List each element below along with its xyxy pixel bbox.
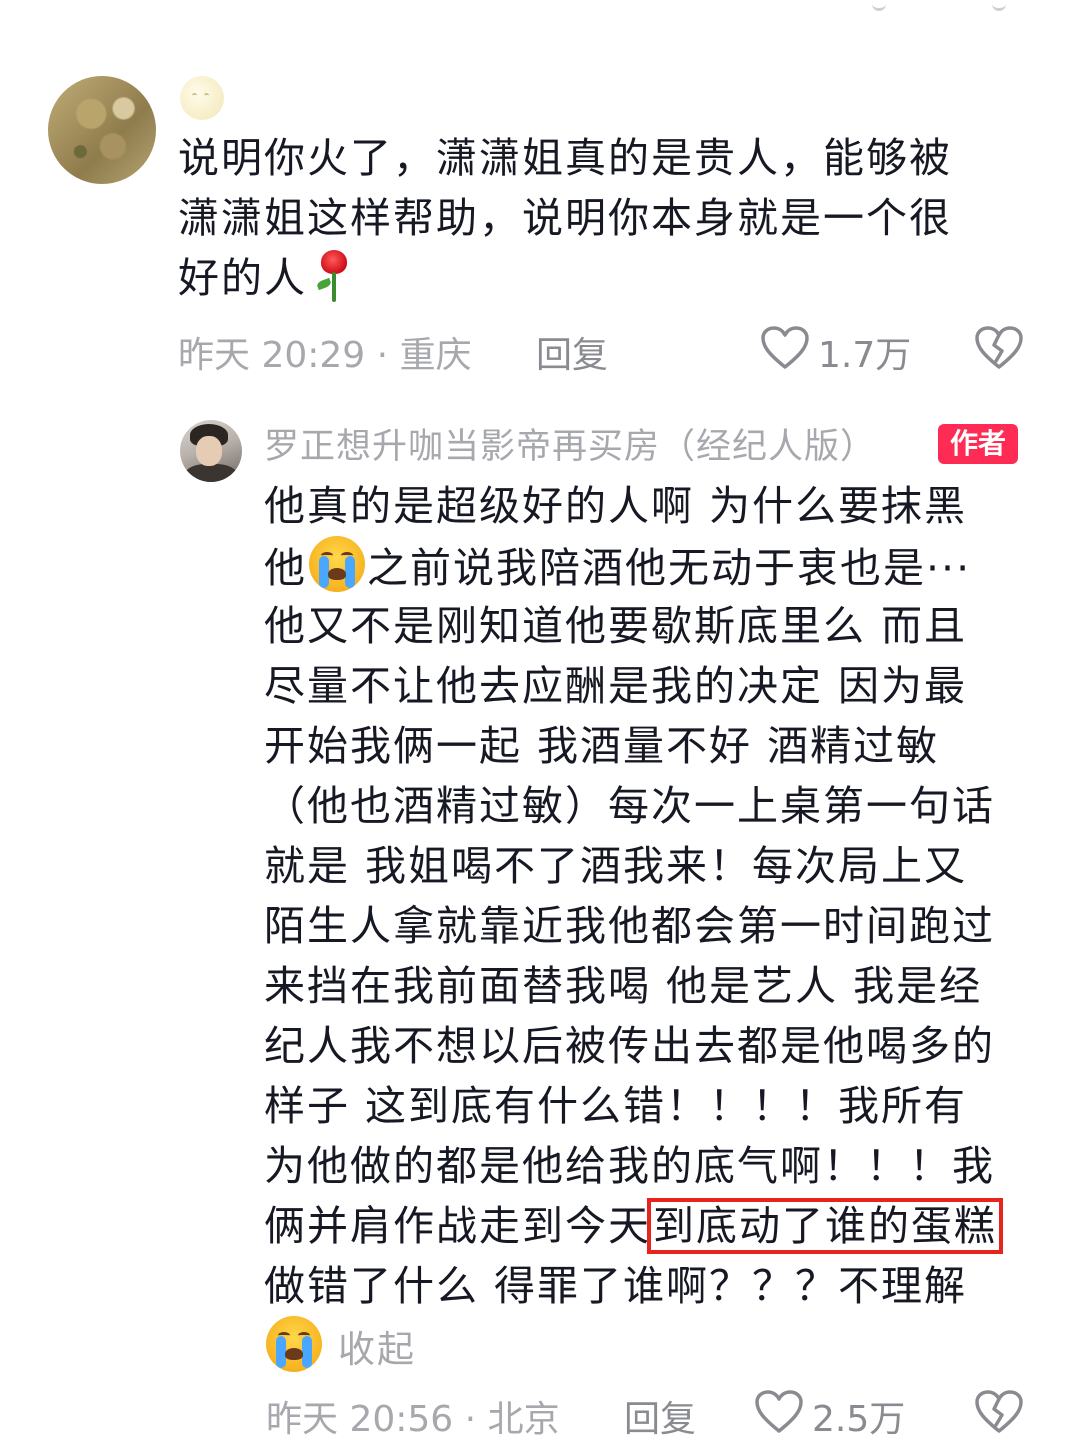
heart-icon[interactable] <box>760 325 810 371</box>
comment-text: 他真的是超级好的人啊 为什么要抹黑 他 之前说我陪酒他无动于衷也是··· 他又不是… <box>264 476 1036 1382</box>
comment-line: 为他做的都是他给我的底气啊！！！我 <box>264 1142 995 1190</box>
broken-heart-icon[interactable] <box>974 325 1024 371</box>
timestamp: 昨天 20:56 <box>266 1399 454 1440</box>
meta-separator: · <box>464 1399 477 1440</box>
crying-face-icon <box>266 1316 322 1372</box>
comment-line: 样子 这到底有什么错！！！！我所有 <box>264 1082 968 1130</box>
comment-line: （他也酒精过敏）每次一上桌第一句话 <box>264 782 995 830</box>
meta-separator: · <box>376 335 389 376</box>
broken-heart-icon[interactable] <box>974 1389 1024 1435</box>
reply-button[interactable]: 回复 <box>536 326 608 378</box>
avatar[interactable] <box>48 76 156 184</box>
crying-face-icon <box>309 536 365 592</box>
comment-line: 说明你火了，潇潇姐真的是贵人，能够被 <box>178 134 952 182</box>
comment-line: 他 之前说我陪酒他无动于衷也是··· <box>264 536 1036 596</box>
comment-line: 就是 我姐喝不了酒我来！每次局上又 <box>264 842 968 890</box>
collapse-button[interactable]: 收起 <box>338 1328 416 1371</box>
location: 重庆 <box>399 335 472 376</box>
comment-line: 他又不是刚知道他要歇斯底里么 而且 <box>264 602 968 650</box>
comment-line: 纪人我不想以后被传出去都是他喝多的 <box>264 1022 995 1070</box>
comment-line: 尽量不让他去应酬是我的决定 因为最 <box>264 662 968 710</box>
like-count: 1.7万 <box>818 335 912 376</box>
comment-line-text: 好的人 <box>178 254 307 302</box>
comment-line: 来挡在我前面替我喝 他是艺人 我是经 <box>264 962 983 1010</box>
top-scroll-mark <box>992 0 1006 11</box>
comment-line: 潇潇姐这样帮助，说明你本身就是一个很 <box>178 194 952 242</box>
reply-button[interactable]: 回复 <box>624 1390 696 1442</box>
timestamp: 昨天 20:29 <box>178 335 366 376</box>
heart-icon[interactable] <box>754 1389 804 1435</box>
comment-line-text: 俩并肩作战走到今天 <box>264 1202 651 1250</box>
comment-line: 他真的是超级好的人啊 为什么要抹黑 <box>264 482 968 530</box>
comment-line: 做错了什么 得罪了谁啊？？？不理解 <box>264 1262 968 1310</box>
comment-line-text: 他 <box>264 544 307 592</box>
location: 北京 <box>487 1399 560 1440</box>
author-badge: 作者 <box>938 424 1019 464</box>
comment-meta: 昨天 20:29 · 重庆 <box>178 326 472 378</box>
like-count: 2.5万 <box>812 1399 906 1440</box>
moon-face-icon <box>180 76 224 120</box>
comment-line: 陌生人拿就靠近我他都会第一时间跑过 <box>264 902 995 950</box>
comment-text: 说明你火了，潇潇姐真的是贵人，能够被 潇潇姐这样帮助，说明你本身就是一个很 好的… <box>178 128 1018 308</box>
comment-line: 好的人 <box>178 248 1018 308</box>
comment-line: 收起 <box>264 1316 1036 1382</box>
comment-line: 俩并肩作战走到今天到底动了谁的蛋糕 <box>264 1196 1036 1256</box>
username[interactable]: 罗正想升咖当影帝再买房（经纪人版） <box>264 418 876 469</box>
top-scroll-mark <box>872 0 886 11</box>
avatar[interactable] <box>180 420 242 482</box>
comment-line: 开始我俩一起 我酒量不好 酒精过敏 <box>264 722 940 770</box>
highlight-box: 到底动了谁的蛋糕 <box>647 1198 1003 1254</box>
rose-icon <box>313 248 353 304</box>
comment-line-text: 之前说我陪酒他无动于衷也是··· <box>367 544 972 592</box>
comment-meta: 昨天 20:56 · 北京 <box>266 1390 560 1442</box>
